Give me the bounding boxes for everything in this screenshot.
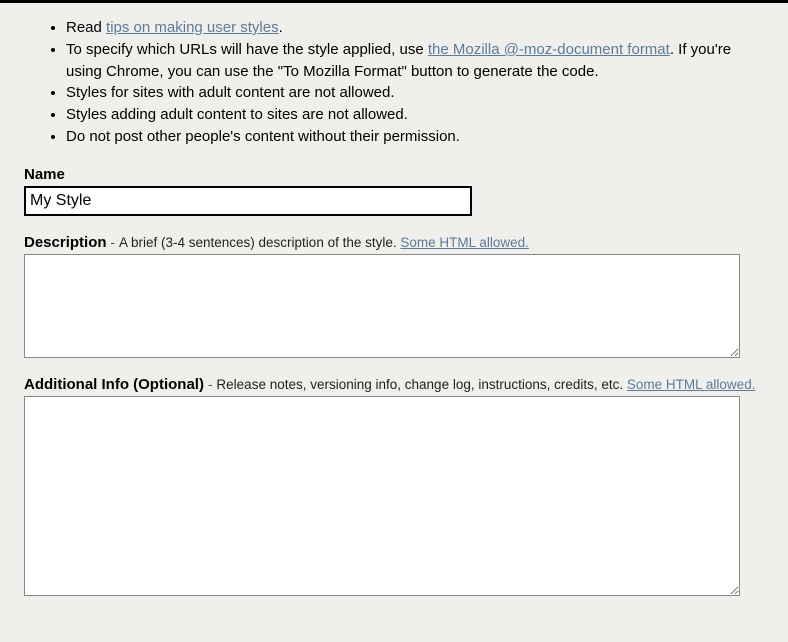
description-label: Description [24, 234, 107, 251]
field-description: Description - A brief (3-4 sentences) de… [24, 234, 764, 358]
tip-text: Styles adding adult content to sites are… [66, 106, 408, 123]
name-label: Name [24, 166, 65, 183]
tip-text: Styles for sites with adult content are … [66, 84, 395, 101]
additional-textarea[interactable] [24, 396, 740, 596]
tips-making-styles-link[interactable]: tips on making user styles [106, 19, 279, 36]
label-separator: - [204, 376, 216, 392]
tip-text: To specify which URLs will have the styl… [66, 41, 428, 58]
field-additional: Additional Info (Optional) - Release not… [24, 376, 764, 596]
description-html-allowed-link[interactable]: Some HTML allowed. [400, 235, 529, 250]
description-hint: A brief (3-4 sentences) description of t… [119, 235, 400, 250]
tip-item: Do not post other people's content witho… [66, 126, 764, 148]
field-name: Name [24, 166, 764, 216]
label-separator: - [107, 234, 119, 250]
tip-item: Styles adding adult content to sites are… [66, 104, 764, 126]
tip-item: Styles for sites with adult content are … [66, 82, 764, 104]
tip-item: To specify which URLs will have the styl… [66, 39, 764, 83]
description-textarea[interactable] [24, 254, 740, 358]
additional-label: Additional Info (Optional) [24, 376, 204, 393]
additional-html-allowed-link[interactable]: Some HTML allowed. [627, 377, 756, 392]
tip-item: Read tips on making user styles. [66, 17, 764, 39]
additional-hint: Release notes, versioning info, change l… [216, 377, 626, 392]
tip-text: Read [66, 19, 106, 36]
tips-list: Read tips on making user styles. To spec… [24, 17, 764, 148]
name-input[interactable] [24, 186, 472, 216]
tip-text: . [279, 19, 283, 36]
tip-text: Do not post other people's content witho… [66, 128, 460, 145]
moz-document-format-link[interactable]: the Mozilla @-moz-document format [428, 41, 670, 58]
